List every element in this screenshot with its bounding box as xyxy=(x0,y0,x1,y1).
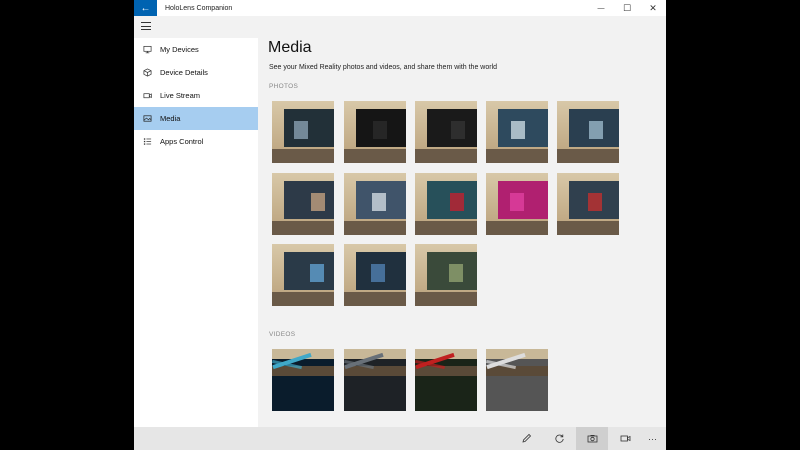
refresh-icon xyxy=(554,434,564,443)
sidebar-item-label: Media xyxy=(160,114,181,123)
photo-thumbnail[interactable] xyxy=(486,173,548,235)
pencil-icon xyxy=(521,433,531,443)
sidebar-item-my-devices[interactable]: My Devices xyxy=(134,38,258,61)
take-photo-button[interactable] xyxy=(576,427,608,450)
image-icon xyxy=(142,114,152,124)
more-icon: ··· xyxy=(648,433,657,444)
sidebar-item-label: Apps Control xyxy=(160,137,204,146)
edit-button[interactable] xyxy=(510,427,542,450)
minimize-button[interactable]: — xyxy=(588,0,614,16)
photo-thumbnail[interactable] xyxy=(272,244,334,306)
sidebar-item-label: Device Details xyxy=(160,68,208,77)
photo-thumbnail[interactable] xyxy=(557,173,619,235)
app-window: ← HoloLens Companion — ☐ ✕ My Devices De… xyxy=(134,0,666,450)
photo-thumbnail[interactable] xyxy=(486,101,548,163)
sidebar-item-live-stream[interactable]: Live Stream xyxy=(134,84,258,107)
video-thumbnail[interactable] xyxy=(272,349,334,411)
back-button[interactable]: ← xyxy=(134,0,157,16)
window-title: HoloLens Companion xyxy=(165,4,233,12)
cube-icon xyxy=(142,68,152,78)
page-subtitle: See your Mixed Reality photos and videos… xyxy=(269,64,498,71)
video-camera-icon xyxy=(142,91,152,101)
photo-thumbnail[interactable] xyxy=(272,101,334,163)
refresh-button[interactable] xyxy=(543,427,575,450)
display-icon xyxy=(142,45,152,55)
sidebar-item-label: Live Stream xyxy=(160,91,201,100)
video-thumbnail[interactable] xyxy=(486,349,548,411)
photo-thumbnail[interactable] xyxy=(344,173,406,235)
sidebar: My Devices Device Details Live Stream Me… xyxy=(134,38,258,427)
video-thumbnail[interactable] xyxy=(344,349,406,411)
close-icon: ✕ xyxy=(649,2,657,13)
photo-thumbnail[interactable] xyxy=(557,101,619,163)
more-options-button[interactable]: ··· xyxy=(639,427,666,450)
minimize-icon: — xyxy=(597,4,605,12)
maximize-button[interactable]: ☐ xyxy=(614,0,640,16)
photo-thumbnail[interactable] xyxy=(415,101,477,163)
hamburger-row xyxy=(134,16,666,38)
photos-section-label: PHOTOS xyxy=(269,83,299,90)
record-video-button[interactable] xyxy=(609,427,641,450)
sidebar-item-media[interactable]: Media xyxy=(134,107,258,130)
video-icon xyxy=(620,435,630,442)
media-page: Media See your Mixed Reality photos and … xyxy=(258,38,666,427)
photo-thumbnail[interactable] xyxy=(344,101,406,163)
close-button[interactable]: ✕ xyxy=(640,0,666,16)
sidebar-item-apps-control[interactable]: Apps Control xyxy=(134,130,258,153)
videos-section-label: VIDEOS xyxy=(269,331,296,338)
photo-thumbnail[interactable] xyxy=(272,173,334,235)
list-icon xyxy=(142,137,152,147)
photo-thumbnail[interactable] xyxy=(415,244,477,306)
back-arrow-icon: ← xyxy=(140,2,151,14)
sidebar-item-device-details[interactable]: Device Details xyxy=(134,61,258,84)
hamburger-menu-icon[interactable] xyxy=(141,22,151,30)
photo-thumbnail[interactable] xyxy=(415,173,477,235)
maximize-icon: ☐ xyxy=(622,2,632,13)
sidebar-item-label: My Devices xyxy=(160,45,199,54)
photo-thumbnail[interactable] xyxy=(344,244,406,306)
page-title: Media xyxy=(268,39,312,56)
title-bar: ← HoloLens Companion — ☐ ✕ xyxy=(134,0,666,16)
camera-icon xyxy=(587,435,597,443)
video-thumbnail[interactable] xyxy=(415,349,477,411)
command-bar: ··· xyxy=(134,427,666,450)
window-controls: — ☐ ✕ xyxy=(588,0,666,16)
